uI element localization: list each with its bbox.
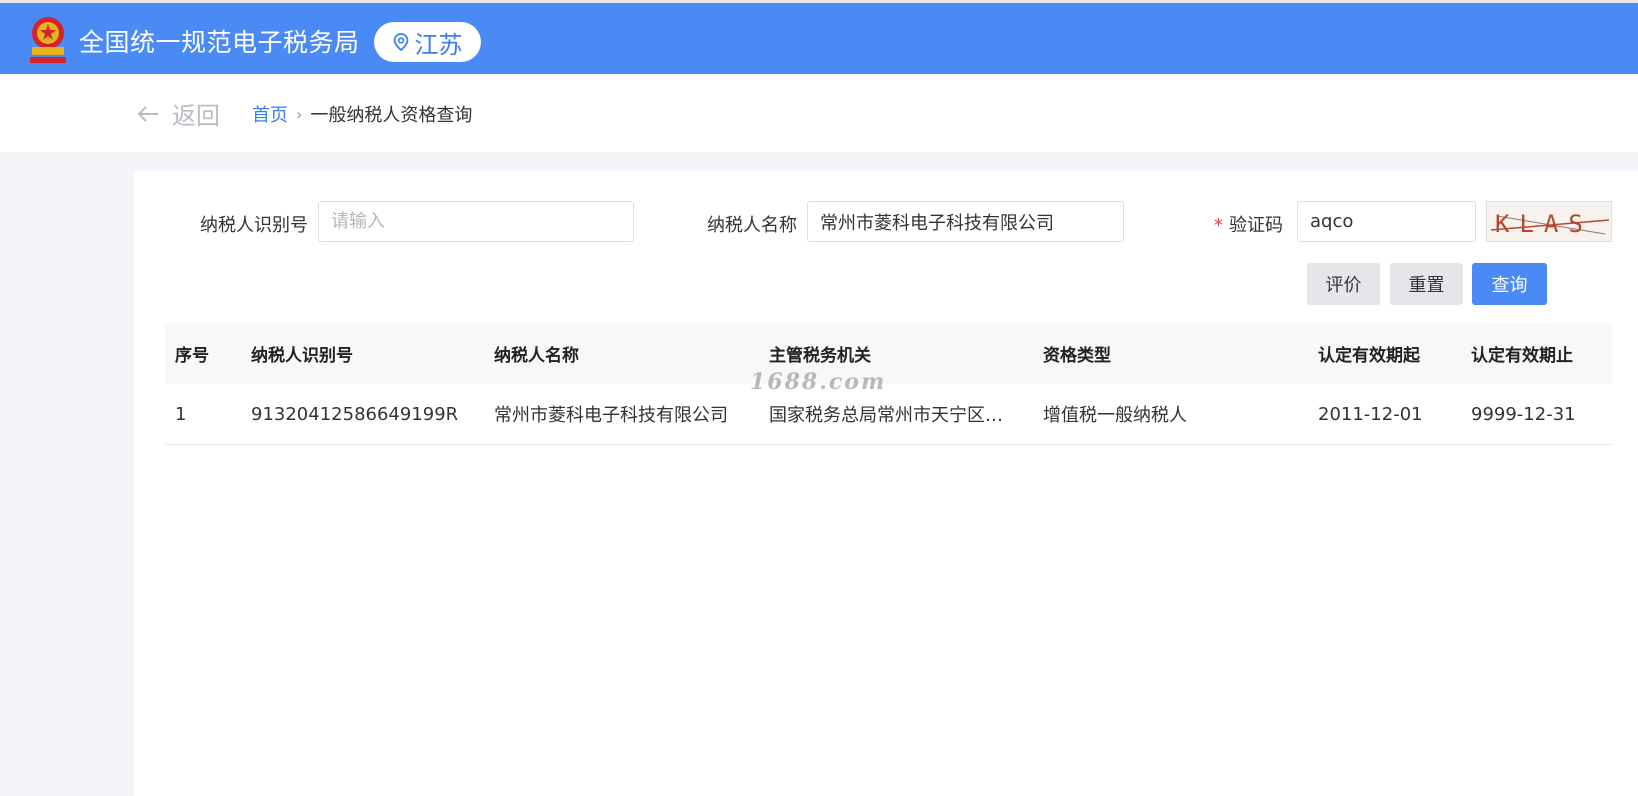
taxpayer-id-label: 纳税人识别号	[200, 215, 308, 236]
column-header-valid-from: 认定有效期起	[1318, 346, 1420, 366]
cell-taxpayer-name: 常州市菱科电子科技有限公司	[494, 405, 728, 426]
site-title: 全国统一规范电子税务局	[79, 28, 360, 57]
back-label: 返回	[172, 102, 220, 130]
location-pin-icon	[393, 33, 408, 51]
breadcrumb-home-link[interactable]: 首页	[252, 101, 288, 127]
table-header: 序号 纳税人识别号 纳税人名称 主管税务机关 资格类型 认定有效期起 认定有效期…	[165, 323, 1612, 384]
column-header-qualification-type: 资格类型	[1043, 346, 1111, 366]
cell-index: 1	[175, 403, 187, 425]
captcha-label-group: * 验证码	[1214, 211, 1283, 237]
taxpayer-id-input[interactable]	[318, 201, 634, 242]
cell-qualification-type: 增值税一般纳税人	[1043, 405, 1187, 426]
arrow-left-icon	[137, 105, 158, 122]
cell-taxpayer-id: 91320412586649199R	[251, 403, 459, 425]
captcha-image[interactable]: KLAS	[1486, 201, 1612, 242]
column-header-tax-authority: 主管税务机关	[769, 346, 871, 366]
captcha-input[interactable]	[1297, 201, 1476, 242]
breadcrumb-separator: ›	[296, 104, 303, 124]
column-header-taxpayer-name: 纳税人名称	[494, 346, 579, 366]
back-button[interactable]: 返回	[136, 96, 220, 131]
query-button[interactable]: 查询	[1472, 263, 1547, 305]
watermark: 1688.com	[750, 369, 887, 395]
results-table: 序号 纳税人识别号 纳税人名称 主管税务机关 资格类型 认定有效期起 认定有效期…	[165, 323, 1612, 445]
column-header-taxpayer-id: 纳税人识别号	[251, 346, 353, 366]
cell-valid-from: 2011-12-01	[1318, 403, 1423, 425]
captcha-label: 验证码	[1229, 215, 1283, 236]
table-row: 1 91320412586649199R 常州市菱科电子科技有限公司 国家税务总…	[165, 384, 1612, 445]
region-label: 江苏	[414, 30, 463, 59]
evaluate-button[interactable]: 评价	[1307, 263, 1380, 305]
taxpayer-name-input[interactable]	[807, 201, 1124, 242]
required-mark: *	[1214, 215, 1223, 236]
top-header-bar: 全国统一规范电子税务局 江苏	[0, 0, 1638, 74]
query-panel: 纳税人识别号 纳税人名称 * 验证码 KLAS 评价 重置 查询 序号 纳税人识别…	[134, 171, 1638, 796]
cell-tax-authority: 国家税务总局常州市天宁区税...	[769, 405, 1019, 426]
cell-valid-to: 9999-12-31	[1471, 403, 1576, 425]
reset-button[interactable]: 重置	[1390, 263, 1463, 305]
breadcrumb-current: 一般纳税人资格查询	[310, 105, 473, 126]
region-selector[interactable]: 江苏	[374, 22, 481, 62]
tax-emblem-icon	[26, 13, 70, 67]
breadcrumb-bar: 返回 首页 › 一般纳税人资格查询	[0, 74, 1638, 152]
breadcrumb: 首页 › 一般纳税人资格查询	[252, 101, 472, 127]
captcha-text: KLAS	[1495, 210, 1593, 238]
column-header-valid-to: 认定有效期止	[1471, 346, 1573, 366]
taxpayer-name-label: 纳税人名称	[707, 215, 797, 236]
column-header-index: 序号	[175, 346, 209, 366]
